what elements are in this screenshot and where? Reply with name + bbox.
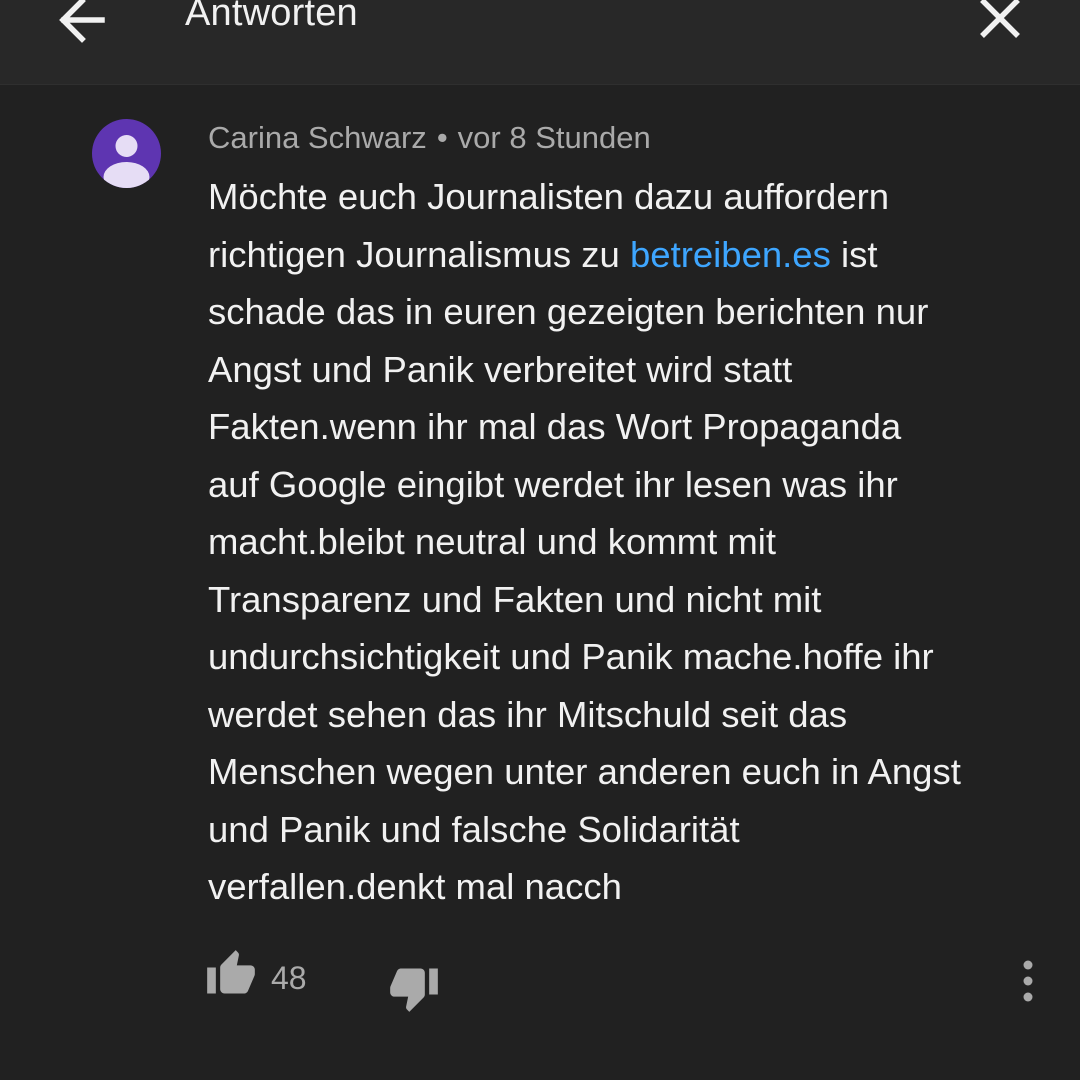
thumbs-down-icon	[390, 968, 438, 1012]
comment-time: vor 8 Stunden	[457, 120, 651, 155]
meta-separator: •	[436, 120, 448, 155]
more-vertical-icon	[1023, 960, 1033, 1002]
page-title: Antworten	[185, 0, 358, 34]
comment-line: richtigen Journalismus zu betreiben.es i…	[208, 226, 1048, 284]
comment-line: auf Google eingibt werdet ihr lesen was …	[208, 463, 898, 505]
comment-line: macht.bleibt neutral und kommt mit	[208, 521, 777, 562]
comment-line: undurchsichtigkeit und Panik mache.hoffe…	[208, 636, 934, 677]
comment-line: Möchte euch Journalisten dazu auffordern	[208, 176, 890, 217]
more-options-button[interactable]	[1006, 954, 1050, 1010]
comment-line-text: richtigen Journalismus zu	[208, 233, 630, 275]
comment-line-text: ist	[830, 233, 878, 275]
comment-link[interactable]: betreiben.es	[630, 234, 831, 275]
close-button[interactable]	[970, 0, 1030, 48]
avatar[interactable]	[92, 119, 161, 188]
like-button[interactable]	[205, 948, 257, 1000]
comment-line: schade das in euren gezeigten berichten …	[208, 291, 929, 332]
close-icon	[980, 0, 1020, 38]
comment-line: Angst und Panik verbreitet wird statt	[208, 348, 793, 390]
comment-actions: 48	[0, 940, 1080, 1020]
comment-meta: Carina Schwarz • vor 8 Stunden	[208, 120, 651, 156]
comment-text: Möchte euch Journalisten dazu auffordern…	[208, 168, 1048, 916]
comment-line: und Panik und falsche Solidarität	[208, 808, 740, 850]
like-count: 48	[271, 960, 307, 996]
default-avatar-icon	[103, 135, 150, 188]
comment-author[interactable]: Carina Schwarz	[208, 120, 427, 155]
comment-line: Menschen wegen unter anderen euch in Ang…	[208, 751, 961, 792]
comment-line: verfallen.denkt mal nacch	[208, 866, 622, 907]
dislike-button[interactable]	[388, 962, 440, 1014]
comment-line: werdet sehen das ihr Mitschuld seit das	[208, 693, 848, 735]
comment-line: Transparenz und Fakten und nicht mit	[208, 578, 822, 620]
header-bar: Antworten	[0, 0, 1080, 85]
back-button[interactable]	[50, 0, 114, 52]
thumbs-up-icon	[207, 950, 255, 994]
comment-line: Fakten.wenn ihr mal das Wort Propaganda	[208, 406, 902, 447]
arrow-left-icon	[59, 0, 105, 43]
